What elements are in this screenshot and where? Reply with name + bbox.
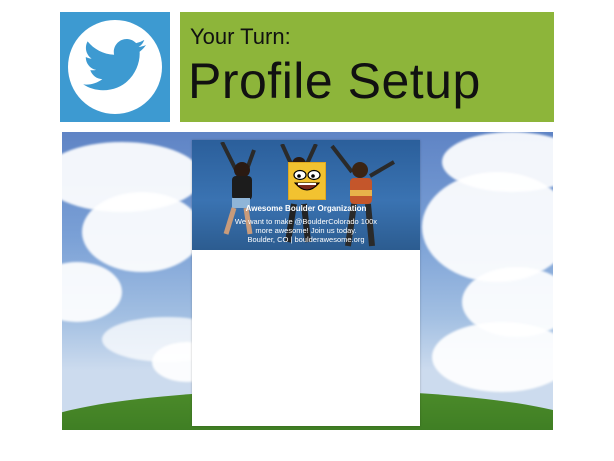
awesome-face-icon: [293, 169, 321, 191]
subtitle: Your Turn:: [190, 24, 291, 49]
cloud: [432, 322, 553, 392]
profile-location: Boulder, CO | boulderawesome.org: [247, 235, 365, 244]
profile-bio-line: We want to make @BoulderColorado 100x: [234, 217, 378, 226]
cloud: [62, 262, 122, 322]
profile-bio-line: more awesome! Join us today.: [255, 226, 357, 235]
logo-circle: [68, 20, 162, 114]
cloud: [422, 172, 553, 282]
profile-card: Awesome Boulder Organization We want to …: [192, 140, 420, 426]
twitter-bird-icon: [83, 39, 146, 91]
twitter-logo-box: [60, 12, 170, 122]
title-box: Your Turn: Profile Setup: [180, 12, 554, 122]
cloud: [82, 192, 202, 272]
page-title: Profile Setup: [188, 53, 481, 109]
profile-avatar: [288, 162, 326, 200]
profile-header-image: Awesome Boulder Organization We want to …: [192, 140, 420, 250]
profile-name: Awesome Boulder Organization: [245, 204, 367, 213]
